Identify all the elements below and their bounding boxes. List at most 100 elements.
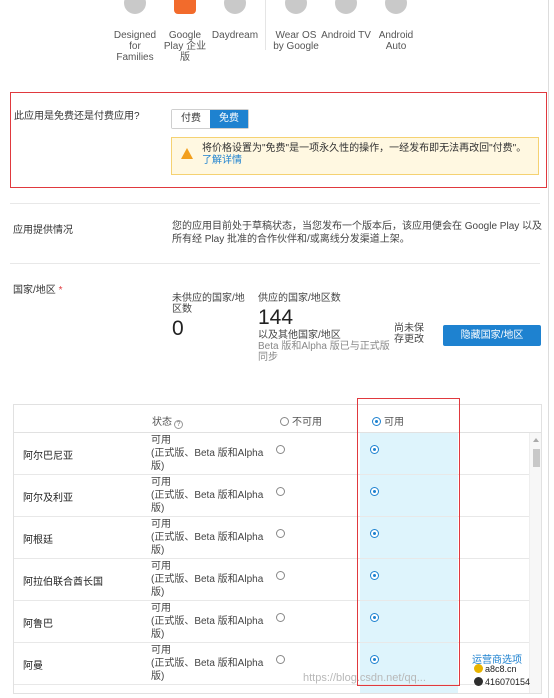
pricing-question: 此应用是免费还是付费应用? [14, 111, 140, 122]
pricing-section: 此应用是免费还是付费应用? 付费 免费 将价格设置为"免费"是一项永久性的操作，… [10, 92, 547, 188]
table-row: 阿根廷 可用 (正式版、Beta 版和Alpha 版) [14, 517, 529, 559]
program-daydream[interactable]: Daydream [210, 0, 260, 70]
unavailable-radio[interactable] [276, 445, 285, 454]
program-divider [265, 0, 266, 50]
radio-selected-icon [372, 417, 381, 426]
program-label: Android Auto [378, 30, 414, 52]
qq-watermark-text: 416070154 [485, 677, 531, 687]
available-radio[interactable] [370, 529, 379, 538]
free-warning: 将价格设置为"免费"是一项永久性的操作，一经发布即无法再改回"付费"。了解详情 [171, 137, 539, 175]
unavailable-radio[interactable] [276, 487, 285, 496]
unavailable-radio[interactable] [276, 571, 285, 580]
hide-countries-button[interactable]: 隐藏国家/地区 [443, 325, 541, 346]
country-name: 阿拉伯联合酋长国 [23, 577, 103, 588]
qq-icon [474, 677, 483, 686]
country-status: 可用 (正式版、Beta 版和Alpha 版) [151, 476, 271, 515]
program-label: Android TV [321, 30, 371, 41]
available-count: 144 [258, 306, 294, 329]
status-line: 可用 (正式版、Beta 版和Alpha 版) [151, 477, 264, 514]
daydream-icon [224, 0, 246, 14]
country-status: 可用 (正式版、Beta 版和Alpha 版) [151, 560, 271, 599]
program-families[interactable]: Designed for Families [110, 0, 160, 70]
available-radio[interactable] [370, 445, 379, 454]
status-line: 可用 (正式版、Beta 版和Alpha 版) [151, 519, 264, 556]
status-line: 可用 (正式版、Beta 版和Alpha 版) [151, 561, 264, 598]
countries-label: 国家/地区 * [13, 281, 62, 296]
program-android-auto[interactable]: Android Auto [371, 0, 421, 70]
status-line: 可用 (正式版、Beta 版和Alpha 版) [151, 645, 264, 682]
unavailable-radio[interactable] [276, 613, 285, 622]
warning-text: 将价格设置为"免费"是一项永久性的操作，一经发布即无法再改回"付费"。 [202, 143, 527, 154]
android-auto-icon [385, 0, 407, 14]
available-stat: 供应的国家/地区数 144 以及其他国家/地区 Beta 版和Alpha 版已与… [258, 293, 393, 363]
program-android-tv[interactable]: Android TV [321, 0, 371, 70]
status-header-label: 状态 [152, 417, 172, 428]
country-status: 可用 (正式版、Beta 版和Alpha 版) [151, 602, 271, 641]
android-tv-icon [335, 0, 357, 14]
unsaved-changes: 尚未保存更改 [394, 323, 424, 345]
site-watermark: a8c8.cn [474, 664, 517, 674]
unavailable-header-label: 不可用 [292, 417, 322, 428]
unavailable-stat: 未供应的国家/地区数 0 [172, 293, 252, 341]
wear-os-icon [285, 0, 307, 14]
divider [10, 263, 540, 264]
table-row: 阿曼 可用 (正式版、Beta 版和Alpha 版) [14, 643, 529, 685]
country-name: 阿尔巴尼亚 [23, 451, 73, 462]
available-radio[interactable] [370, 571, 379, 580]
unavailable-count: 0 [172, 317, 184, 340]
csdn-watermark: https://blog.csdn.net/qq... [303, 672, 426, 684]
country-status: 可用 (正式版、Beta 版和Alpha 版) [151, 644, 271, 683]
availability-label: 应用提供情况 [13, 225, 73, 236]
scroll-up-icon[interactable] [533, 438, 539, 442]
country-name: 阿曼 [23, 661, 43, 672]
status-header: 状态? [152, 413, 183, 429]
free-button[interactable]: 免费 [210, 110, 248, 128]
availability-text: 您的应用目前处于草稿状态，当您发布一个版本后，该应用便会在 Google Pla… [172, 221, 543, 245]
available-radio[interactable] [370, 655, 379, 664]
warning-icon [181, 148, 193, 159]
families-icon [124, 0, 146, 14]
program-label: Designed for Families [113, 30, 157, 63]
program-list: Designed for Families Google Play 企业版 Da… [110, 0, 421, 70]
table-row: 阿鲁巴 可用 (正式版、Beta 版和Alpha 版) [14, 601, 529, 643]
qq-watermark: 416070154 [474, 677, 530, 687]
country-status: 可用 (正式版、Beta 版和Alpha 版) [151, 434, 271, 473]
available-title: 供应的国家/地区数 [258, 293, 341, 304]
learn-more-link[interactable]: 了解详情 [202, 155, 242, 166]
country-name: 阿尔及利亚 [23, 493, 73, 504]
available-header[interactable]: 可用 [372, 413, 404, 428]
country-status: 可用 (正式版、Beta 版和Alpha 版) [151, 518, 271, 557]
paid-button[interactable]: 付费 [172, 110, 210, 128]
available-radio[interactable] [370, 613, 379, 622]
country-table: 状态? 不可用 可用 阿尔巴尼亚 可用 (正式版、Beta 版和Alpha 版)… [13, 404, 542, 694]
countries-label-text: 国家/地区 [13, 285, 56, 296]
emoji-icon [474, 664, 483, 673]
table-scrollbar[interactable] [529, 433, 541, 693]
available-header-label: 可用 [384, 417, 404, 428]
scroll-thumb[interactable] [533, 449, 540, 467]
program-label: Google Play 企业版 [163, 30, 207, 63]
table-header: 状态? 不可用 可用 [14, 405, 541, 433]
required-mark: * [58, 285, 63, 296]
pricing-distribution-panel: Designed for Families Google Play 企业版 Da… [0, 0, 549, 698]
available-radio[interactable] [370, 487, 379, 496]
country-name: 阿根廷 [23, 535, 53, 546]
program-play-enterprise[interactable]: Google Play 企业版 [160, 0, 210, 70]
unavailable-header[interactable]: 不可用 [280, 413, 322, 428]
table-row: 阿尔巴尼亚 可用 (正式版、Beta 版和Alpha 版) [14, 433, 529, 475]
unavailable-title: 未供应的国家/地区数 [172, 293, 245, 315]
help-icon[interactable]: ? [174, 420, 183, 429]
program-label: Daydream [211, 30, 259, 41]
status-line: 可用 (正式版、Beta 版和Alpha 版) [151, 435, 264, 472]
available-sub: Beta 版和Alpha 版已与正式版同步 [258, 341, 390, 363]
site-watermark-text: a8c8.cn [485, 664, 517, 674]
divider [10, 203, 540, 204]
unavailable-radio[interactable] [276, 529, 285, 538]
unavailable-radio[interactable] [276, 655, 285, 664]
program-wear-os[interactable]: Wear OS by Google [271, 0, 321, 70]
status-line: 可用 (正式版、Beta 版和Alpha 版) [151, 603, 264, 640]
price-toggle: 付费 免费 [171, 109, 249, 129]
play-enterprise-icon [174, 0, 196, 14]
available-note: 以及其他国家/地区 [258, 330, 341, 341]
radio-icon [280, 417, 289, 426]
